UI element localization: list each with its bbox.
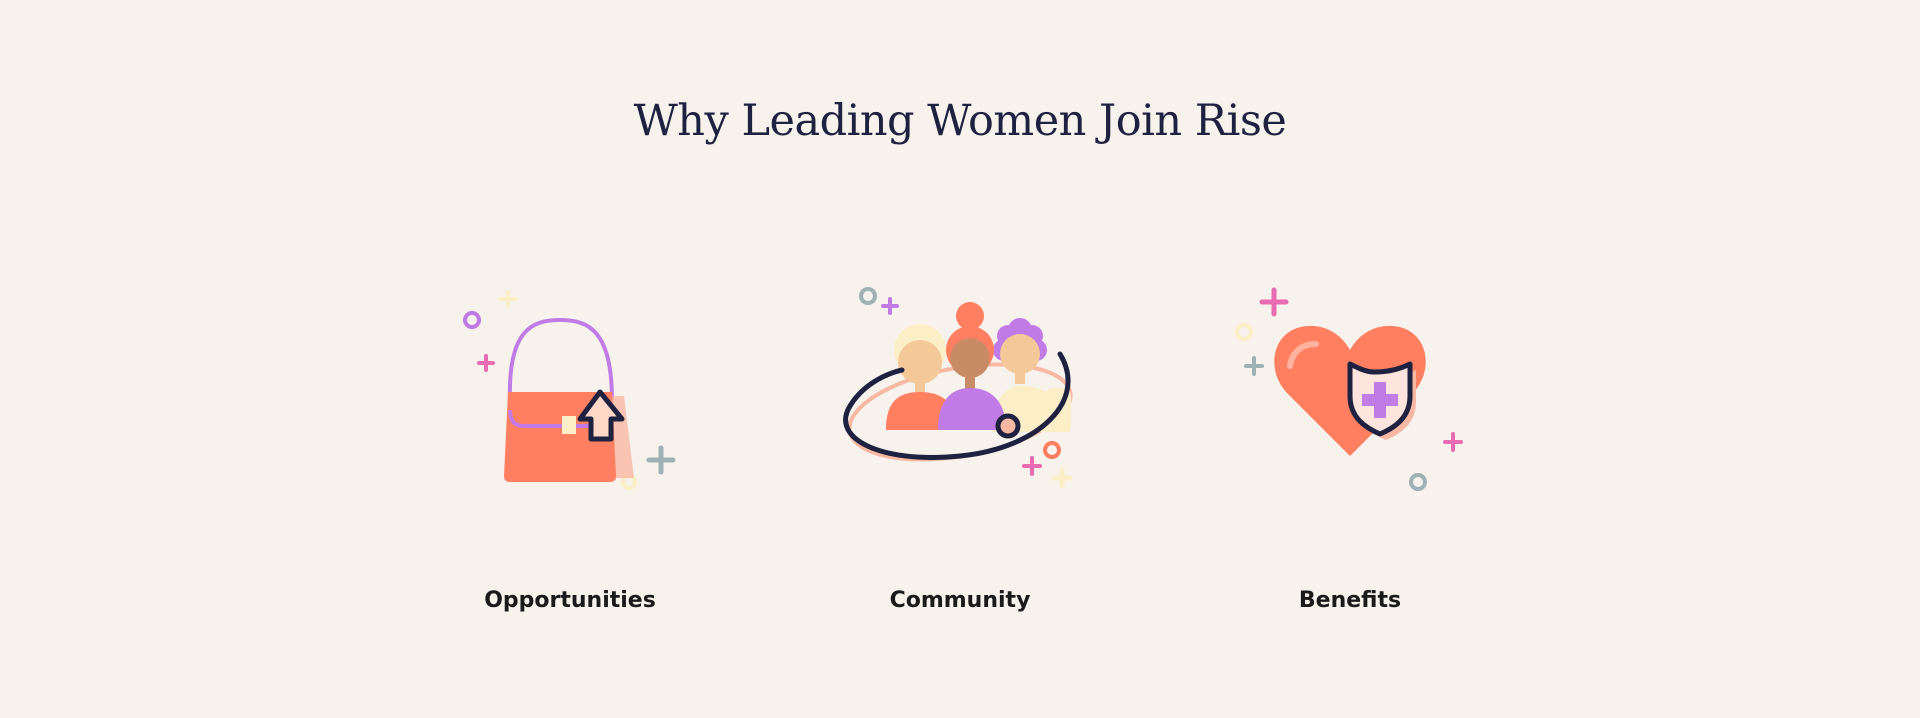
community-card: Community [810,270,1110,613]
handbag-upload-icon [463,290,676,490]
card-label: Opportunities [484,588,656,613]
opportunities-card: Opportunities [420,270,720,613]
heart-shield-icon [1235,287,1463,491]
page-title: Why Leading Women Join Rise [633,96,1287,146]
benefits-card: Benefits [1200,270,1500,613]
women-group-icon [843,287,1073,489]
card-label: Community [889,588,1031,613]
card-label: Benefits [1298,588,1402,613]
